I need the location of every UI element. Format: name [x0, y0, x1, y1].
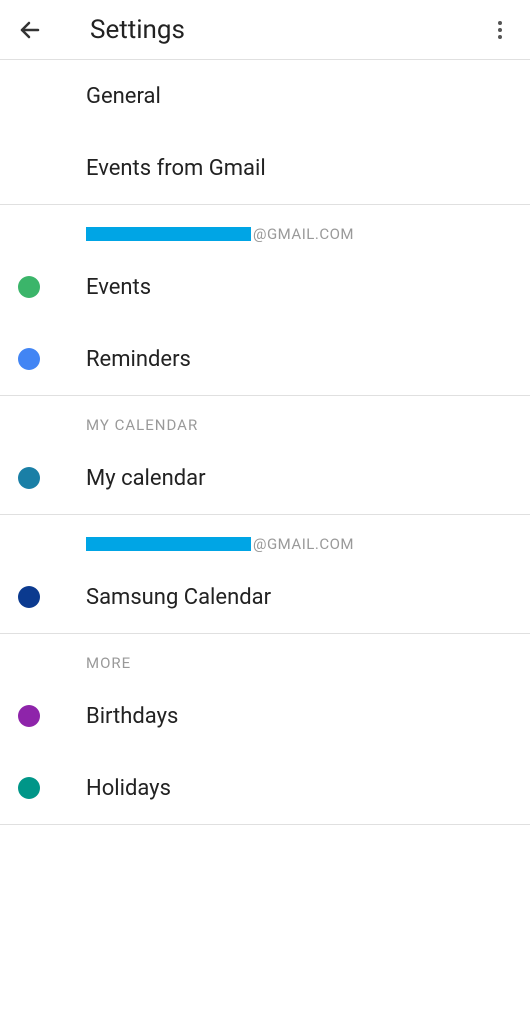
item-events-from-gmail[interactable]: Events from Gmail — [0, 132, 530, 204]
section-account-1: @GMAIL.COM Events Reminders — [0, 205, 530, 396]
item-holidays[interactable]: Holidays — [0, 752, 530, 824]
email-suffix: @GMAIL.COM — [253, 225, 354, 243]
section-account-2: @GMAIL.COM Samsung Calendar — [0, 515, 530, 634]
item-my-calendar[interactable]: My calendar — [0, 442, 530, 514]
section-general: General Events from Gmail — [0, 60, 530, 205]
item-label: Holidays — [86, 776, 171, 801]
page-title: Settings — [90, 15, 488, 45]
more-options-icon[interactable] — [488, 18, 512, 42]
redacted-email-prefix — [86, 227, 251, 241]
section-header-more: MORE — [0, 634, 530, 680]
account-email-header: @GMAIL.COM — [0, 515, 530, 561]
email-suffix: @GMAIL.COM — [253, 535, 354, 553]
calendar-color-dot — [18, 705, 40, 727]
item-label: Events from Gmail — [86, 156, 266, 181]
back-icon[interactable] — [18, 18, 42, 42]
calendar-color-dot — [18, 276, 40, 298]
account-email-header: @GMAIL.COM — [0, 205, 530, 251]
item-label: Samsung Calendar — [86, 585, 271, 610]
calendar-color-dot — [18, 348, 40, 370]
redacted-email-prefix — [86, 537, 251, 551]
item-samsung-calendar[interactable]: Samsung Calendar — [0, 561, 530, 633]
item-birthdays[interactable]: Birthdays — [0, 680, 530, 752]
calendar-color-dot — [18, 586, 40, 608]
item-label: Events — [86, 275, 151, 300]
item-label: General — [86, 84, 161, 109]
item-events[interactable]: Events — [0, 251, 530, 323]
app-header: Settings — [0, 0, 530, 60]
calendar-color-dot — [18, 467, 40, 489]
item-general[interactable]: General — [0, 60, 530, 132]
item-label: My calendar — [86, 466, 206, 491]
item-label: Reminders — [86, 347, 191, 372]
calendar-color-dot — [18, 777, 40, 799]
item-reminders[interactable]: Reminders — [0, 323, 530, 395]
section-my-calendar: MY CALENDAR My calendar — [0, 396, 530, 515]
section-header-my-calendar: MY CALENDAR — [0, 396, 530, 442]
section-more: MORE Birthdays Holidays — [0, 634, 530, 825]
item-label: Birthdays — [86, 704, 178, 729]
